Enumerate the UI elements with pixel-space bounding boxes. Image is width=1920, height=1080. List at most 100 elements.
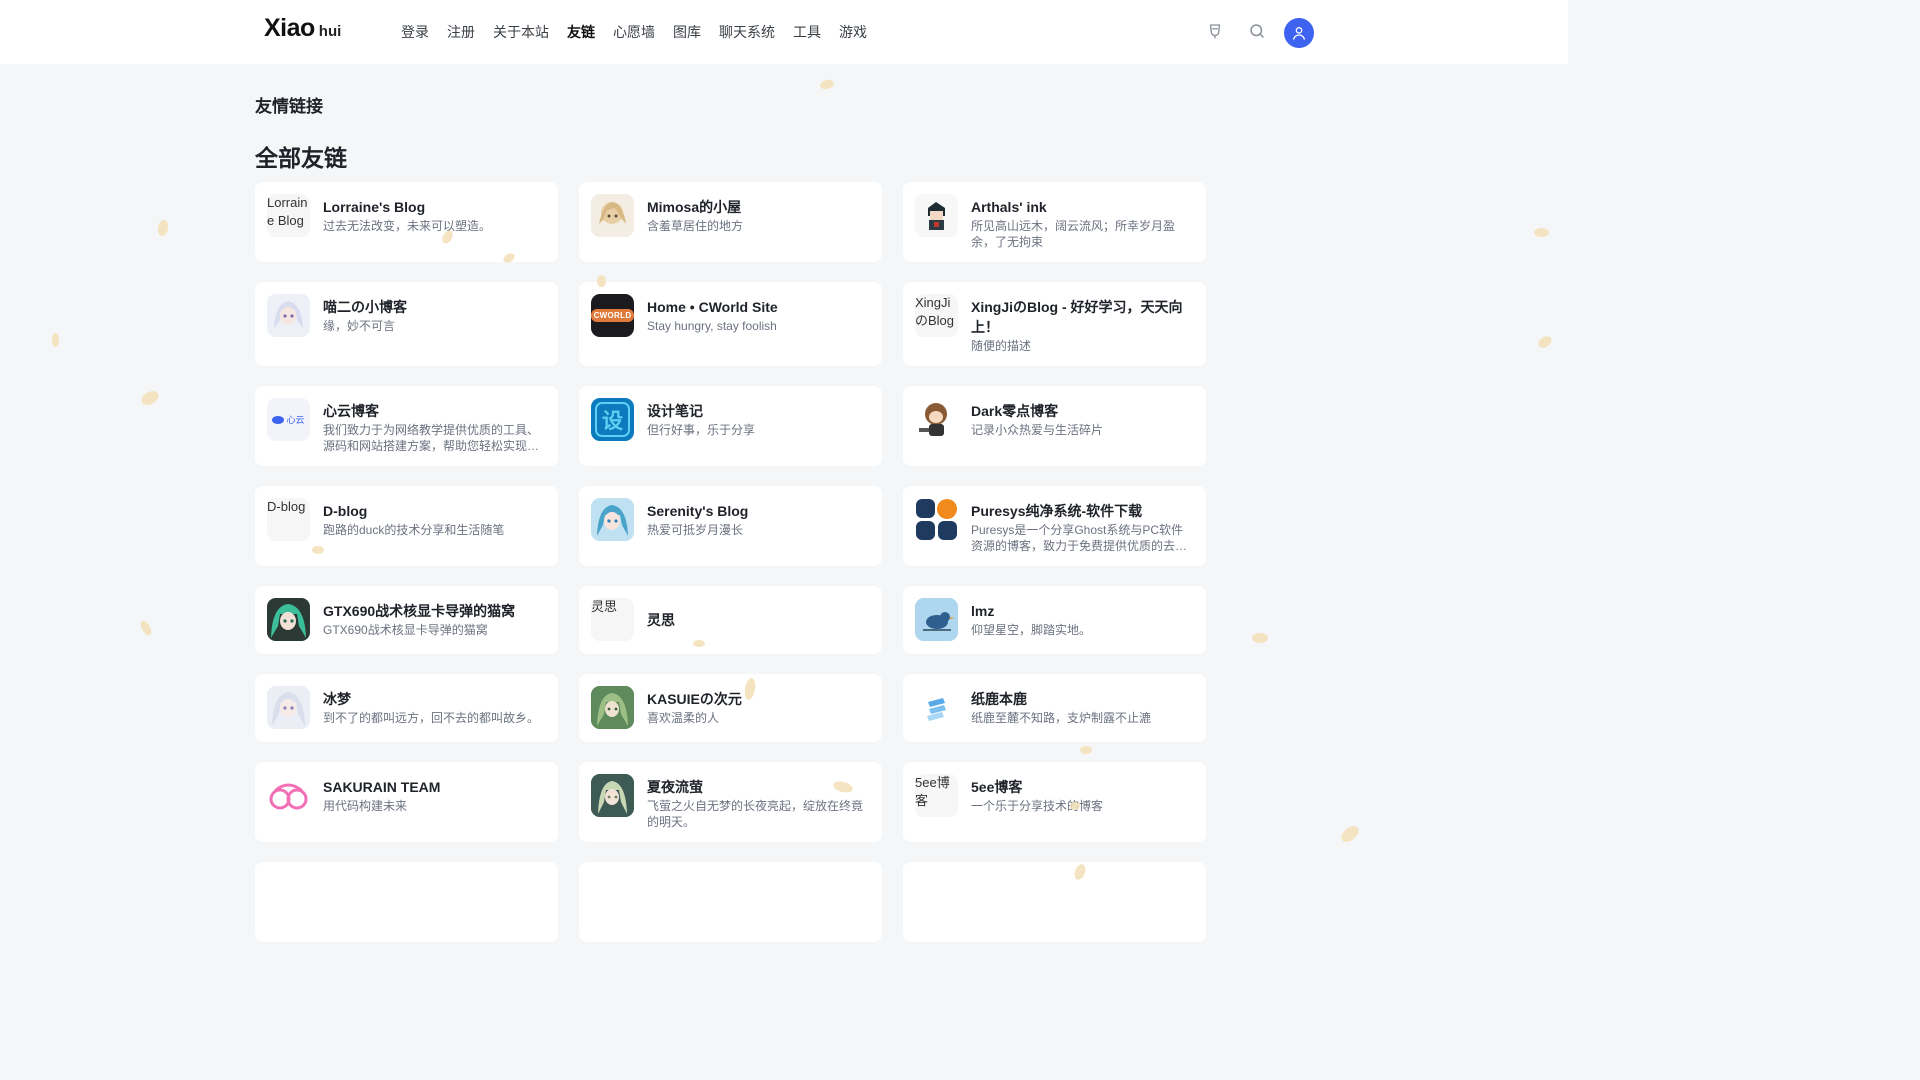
nav-item-register[interactable]: 注册 (438, 20, 484, 44)
icon-alt-text: XingJiのBlog (915, 295, 955, 328)
friend-link-card[interactable]: 喵二の小博客 缘，妙不可言 (255, 282, 558, 366)
friend-link-card[interactable]: GTX690战术核显卡导弹的猫窝 GTX690战术核显卡导弹的猫窝 (255, 586, 558, 654)
pixel-character-avatar-icon (915, 194, 958, 237)
friend-link-card[interactable]: KASUIEの次元 喜欢温柔的人 (579, 674, 882, 742)
nav-item-wish-wall[interactable]: 心愿墙 (604, 20, 664, 44)
paper-deer-logo-icon (915, 686, 958, 729)
link-desc: 随便的描述 (971, 339, 1032, 353)
falling-petal (138, 619, 154, 637)
logo-main-text: Xiao (264, 14, 315, 42)
friend-link-card[interactable]: lmz 仰望星空，脚踏实地。 (903, 586, 1206, 654)
friend-link-card[interactable]: CWORLD Home • CWorld Site Stay hungry, st… (579, 282, 882, 366)
nav-item-login[interactable]: 登录 (392, 20, 438, 44)
friend-link-card[interactable]: 纸鹿本鹿纸鹿至麓不知路，支炉制露不止漉 (903, 674, 1206, 742)
friend-link-card[interactable]: 设 设计笔记 但行好事，乐于分享 (579, 386, 882, 466)
page-breadcrumb-title: 友情链接 (255, 97, 323, 116)
friend-link-card[interactable]: Arthals' ink 所见高山远木，阔云流风；所幸岁月盈余，了无拘束 (903, 182, 1206, 262)
friend-link-card[interactable]: 冰梦 到不了的都叫远方，回不去的都叫故乡。 (255, 674, 558, 742)
link-name: KASUIEの次元 (647, 691, 742, 707)
friend-link-card[interactable]: Serenity's Blog 热爱可抵岁月漫长 (579, 486, 882, 566)
link-desc: 记录小众热爱与生活碎片 (971, 423, 1104, 437)
broken-image-icon: 灵思 (591, 598, 634, 641)
link-name: Puresys纯净系统-软件下载 (971, 503, 1143, 519)
design-notes-logo-icon: 设 (591, 398, 634, 441)
nav-item-chat-system[interactable]: 聊天系统 (710, 20, 784, 44)
link-name: Serenity's Blog (647, 503, 749, 519)
icon-alt-text: D-blog (267, 499, 306, 514)
link-name: 冰梦 (323, 691, 351, 707)
falling-petal (1536, 333, 1554, 351)
site-logo[interactable]: Xiao hui (264, 14, 341, 48)
link-name: D-blog (323, 503, 368, 519)
link-name: Home • CWorld Site (647, 299, 778, 315)
section-title: 全部友链 (255, 145, 347, 171)
falling-petal (693, 640, 705, 647)
broken-image-icon: 5ee博客 (915, 774, 958, 817)
friend-link-card[interactable]: Dark零点博客记录小众热爱与生活碎片 (903, 386, 1206, 466)
falling-petal (52, 333, 59, 347)
link-desc: GTX690战术核显卡导弹的猫窝 (323, 623, 488, 637)
friend-link-card[interactable]: 5ee博客 5ee博客 一个乐于分享技术的博客 (903, 762, 1206, 842)
link-name: Arthals' ink (971, 199, 1047, 215)
anime-girl-avatar-icon (267, 294, 310, 337)
falling-petal (1252, 633, 1268, 643)
link-desc: 所见高山远木，阔云流风；所幸岁月盈余，了无拘束 (971, 219, 1176, 249)
link-desc: 仰望星空，脚踏实地。 (971, 623, 1092, 637)
friend-link-card[interactable] (903, 862, 1206, 942)
link-desc: 飞萤之火自无梦的长夜亮起，绽放在终竟的明天。 (647, 799, 864, 829)
nav-item-tools[interactable]: 工具 (784, 20, 830, 44)
friend-link-card[interactable]: D-blog D-blog 跑路的duck的技术分享和生活随笔 (255, 486, 558, 566)
link-desc: 跑路的duck的技术分享和生活随笔 (323, 523, 505, 537)
link-name: 喵二の小博客 (323, 299, 407, 315)
main-nav: 登录 注册 关于本站 友链 心愿墙 图库 聊天系统 工具 游戏 (392, 20, 876, 44)
user-icon (1293, 27, 1305, 40)
link-desc: 一个乐于分享技术的博客 (971, 799, 1104, 813)
friend-link-card[interactable]: 夏夜流萤 飞萤之火自无梦的长夜亮起，绽放在终竟的明天。 (579, 762, 882, 842)
friend-link-card[interactable]: Lorraine Blog Lorraine's Blog 过去无法改变，未来可以… (255, 182, 558, 262)
sakurain-logo-icon (267, 774, 310, 817)
link-name: 纸鹿本鹿 (971, 691, 1027, 707)
nav-item-about[interactable]: 关于本站 (484, 20, 558, 44)
friend-link-card[interactable] (255, 862, 558, 942)
friend-links-grid: Lorraine Blog Lorraine's Blog 过去无法改变，未来可以… (255, 182, 1206, 942)
broken-image-icon: D-blog (267, 498, 310, 541)
design-notes-logo-text: 设 (595, 402, 630, 437)
cloud-logo-icon: 心云 (267, 398, 310, 441)
falling-petal (156, 219, 170, 237)
falling-petal (139, 388, 161, 408)
nav-item-friend-links[interactable]: 友链 (558, 20, 604, 44)
anime-girl-avatar-icon (591, 774, 634, 817)
friend-link-card[interactable]: Mimosa的小屋 含羞草居住的地方 (579, 182, 882, 262)
falling-petal (1338, 822, 1362, 846)
link-name: Dark零点博客 (971, 403, 1059, 419)
friend-link-card[interactable]: Puresys纯净系统-软件下载 Puresys是一个分享Ghost系统与PC软件… (903, 486, 1206, 566)
nav-item-games[interactable]: 游戏 (830, 20, 876, 44)
falling-petal (1534, 228, 1549, 237)
link-name: 灵思 (647, 612, 675, 628)
friend-link-card[interactable] (579, 862, 882, 942)
friend-link-card[interactable]: 灵思 灵思 (579, 586, 882, 654)
theme-toggle-icon[interactable] (1206, 22, 1224, 40)
link-name: XingJiのBlog - 好好学习，天天向上！ (971, 299, 1183, 335)
link-name: 心云博客 (323, 403, 379, 419)
falling-petal (1080, 746, 1092, 754)
link-desc: 纸鹿至麓不知路，支炉制露不止漉 (971, 711, 1152, 725)
link-name: 5ee博客 (971, 779, 1023, 795)
link-desc: 用代码构建未来 (323, 799, 408, 813)
link-name: Lorraine's Blog (323, 199, 426, 215)
friend-link-card[interactable]: XingJiのBlog XingJiのBlog - 好好学习，天天向上！ 随便的描… (903, 282, 1206, 366)
nav-item-gallery[interactable]: 图库 (664, 20, 710, 44)
broken-image-icon: XingJiのBlog (915, 294, 958, 337)
user-account-button[interactable] (1284, 18, 1314, 48)
link-name: GTX690战术核显卡导弹的猫窝 (323, 603, 516, 619)
link-desc: 过去无法改变，未来可以塑造。 (323, 219, 492, 233)
link-desc: 含羞草居住的地方 (647, 219, 744, 233)
falling-petal (597, 275, 606, 287)
search-icon[interactable] (1248, 22, 1266, 40)
friend-link-card[interactable]: 心云 心云博客 我们致力于为网络教学提供优质的工具、源码和网站搭建方案，帮助您轻松… (255, 386, 558, 466)
anime-girl-avatar-icon (267, 686, 310, 729)
friend-link-card[interactable]: SAKURAIN TEAM 用代码构建未来 (255, 762, 558, 842)
icon-alt-text: 灵思 (591, 599, 618, 614)
link-name: 设计笔记 (647, 403, 703, 419)
link-desc: 热爱可抵岁月漫长 (647, 523, 744, 537)
